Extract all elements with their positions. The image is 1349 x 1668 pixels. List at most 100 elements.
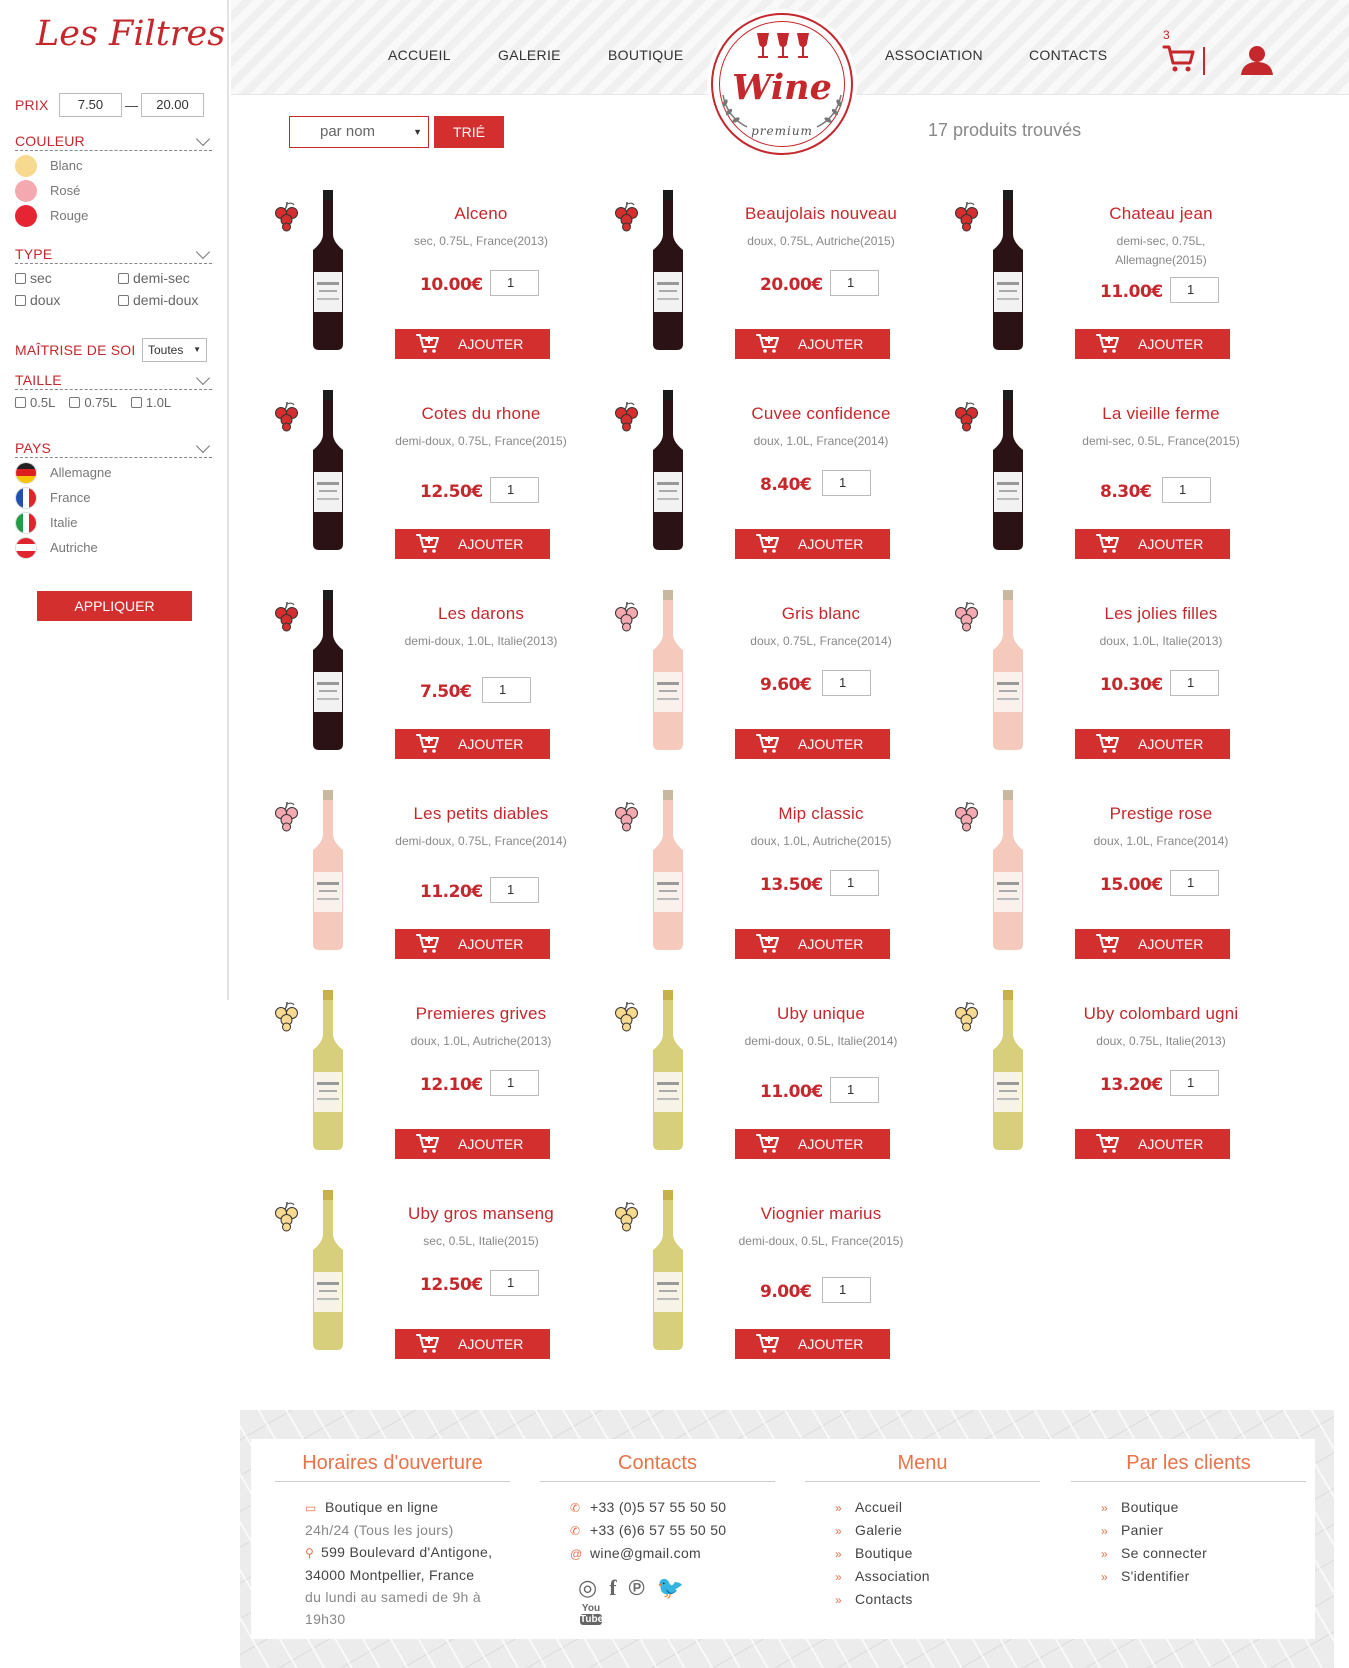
country-filter-header[interactable]: PAYS [15, 438, 212, 458]
add-to-cart-button[interactable]: AJOUTER [735, 729, 890, 759]
checkbox-icon[interactable] [118, 295, 129, 306]
phone-1[interactable]: +33 (0)5 57 55 50 50 [590, 1499, 726, 1515]
checkbox-icon[interactable] [69, 397, 81, 408]
sort-button[interactable]: TRIÉ [434, 116, 504, 148]
quantity-input[interactable]: 1 [1170, 870, 1219, 896]
product-name[interactable]: Les jolies filles [1064, 604, 1258, 624]
product-name[interactable]: Uby unique [724, 1004, 918, 1024]
footer-menu-accueil[interactable]: Accueil [855, 1499, 902, 1515]
quantity-input[interactable]: 1 [490, 877, 539, 903]
quantity-input[interactable]: 1 [1170, 1070, 1219, 1096]
quantity-input[interactable]: 1 [490, 477, 539, 503]
quantity-input[interactable]: 1 [830, 870, 879, 896]
add-to-cart-button[interactable]: AJOUTER [1075, 1129, 1230, 1159]
nav-association[interactable]: ASSOCIATION [885, 47, 983, 63]
color-option-rose[interactable]: Rosé [15, 178, 212, 203]
quantity-input[interactable]: 1 [822, 670, 871, 696]
product-name[interactable]: Les petits diables [384, 804, 578, 824]
add-to-cart-button[interactable]: AJOUTER [395, 329, 550, 359]
chevron-down-icon[interactable] [195, 244, 211, 260]
add-to-cart-button[interactable]: AJOUTER [735, 1129, 890, 1159]
chevron-down-icon[interactable] [195, 370, 211, 386]
add-to-cart-button[interactable]: AJOUTER [395, 729, 550, 759]
product-name[interactable]: Cotes du rhone [384, 404, 578, 424]
add-to-cart-button[interactable]: AJOUTER [1075, 729, 1230, 759]
footer-menu-contacts[interactable]: Contacts [855, 1591, 913, 1607]
type-filter-header[interactable]: TYPE [15, 244, 212, 264]
footer-menu-galerie[interactable]: Galerie [855, 1522, 902, 1538]
phone-2[interactable]: +33 (6)6 57 55 50 50 [590, 1522, 726, 1538]
mastery-select[interactable]: Toutes ▼ [142, 338, 207, 362]
product-name[interactable]: Uby colombard ugni [1064, 1004, 1258, 1024]
footer-clients-boutique[interactable]: Boutique [1121, 1499, 1179, 1515]
quantity-input[interactable]: 1 [482, 677, 531, 703]
email-link[interactable]: wine@gmail.com [590, 1545, 701, 1561]
twitter-icon[interactable]: 🐦 [657, 1575, 684, 1601]
add-to-cart-button[interactable]: AJOUTER [1075, 529, 1230, 559]
checkbox-icon[interactable] [15, 295, 26, 306]
size-checkbox-0-75l[interactable]: 0.75L [69, 395, 117, 410]
footer-menu-boutique[interactable]: Boutique [855, 1545, 913, 1561]
add-to-cart-button[interactable]: AJOUTER [735, 329, 890, 359]
quantity-input[interactable]: 1 [1170, 277, 1219, 303]
nav-contacts[interactable]: CONTACTS [1029, 47, 1107, 63]
quantity-input[interactable]: 1 [830, 270, 879, 296]
add-to-cart-button[interactable]: AJOUTER [735, 1329, 890, 1359]
quantity-input[interactable]: 1 [822, 470, 871, 496]
chevron-down-icon[interactable] [195, 131, 211, 147]
footer-clients-identifier[interactable]: S'identifier [1121, 1568, 1190, 1584]
product-name[interactable]: La vieille ferme [1064, 404, 1258, 424]
youtube-icon[interactable]: You Tube [580, 1603, 603, 1625]
checkbox-icon[interactable] [130, 397, 142, 408]
quantity-input[interactable]: 1 [1170, 670, 1219, 696]
instagram-icon[interactable]: ◎ [578, 1575, 597, 1601]
pinterest-icon[interactable]: ℗ [629, 1575, 645, 1601]
price-max-input[interactable]: 20.00 [141, 93, 204, 117]
product-name[interactable]: Viognier marius [724, 1204, 918, 1224]
checkbox-icon[interactable] [15, 273, 26, 284]
product-name[interactable]: Cuvee confidence [724, 404, 918, 424]
user-icon[interactable] [1240, 44, 1274, 76]
nav-accueil[interactable]: ACCUEIL [388, 47, 451, 63]
apply-button[interactable]: APPLIQUER [37, 591, 192, 621]
quantity-input[interactable]: 1 [490, 1270, 539, 1296]
quantity-input[interactable]: 1 [490, 1070, 539, 1096]
add-to-cart-button[interactable]: AJOUTER [735, 529, 890, 559]
product-name[interactable]: Premieres grives [384, 1004, 578, 1024]
product-name[interactable]: Mip classic [724, 804, 918, 824]
size-checkbox-1-0l[interactable]: 1.0L [130, 395, 171, 410]
nav-galerie[interactable]: GALERIE [498, 47, 561, 63]
sort-select[interactable]: par nom ▼ [289, 116, 429, 148]
quantity-input[interactable]: 1 [490, 270, 539, 296]
product-name[interactable]: Les darons [384, 604, 578, 624]
footer-clients-panier[interactable]: Panier [1121, 1522, 1163, 1538]
country-option-autriche[interactable]: Autriche [15, 535, 212, 560]
product-name[interactable]: Chateau jean [1064, 204, 1258, 224]
country-option-allemagne[interactable]: Allemagne [15, 460, 212, 485]
add-to-cart-button[interactable]: AJOUTER [395, 1329, 550, 1359]
size-filter-header[interactable]: TAILLE [15, 370, 212, 390]
quantity-input[interactable]: 1 [830, 1077, 879, 1103]
checkbox-icon[interactable] [118, 273, 129, 284]
nav-boutique[interactable]: BOUTIQUE [608, 47, 684, 63]
color-filter-header[interactable]: COULEUR [15, 131, 212, 151]
type-checkbox-demi-doux[interactable]: demi-doux [118, 292, 218, 308]
type-checkbox-sec[interactable]: sec [15, 270, 118, 286]
footer-menu-association[interactable]: Association [855, 1568, 930, 1584]
type-checkbox-doux[interactable]: doux [15, 292, 118, 308]
facebook-icon[interactable]: f [609, 1575, 616, 1601]
wine-logo[interactable]: Wine premium [711, 13, 853, 155]
quantity-input[interactable]: 1 [822, 1277, 871, 1303]
quantity-input[interactable]: 1 [1162, 477, 1211, 503]
price-min-input[interactable]: 7.50 [59, 93, 122, 117]
add-to-cart-button[interactable]: AJOUTER [735, 929, 890, 959]
product-name[interactable]: Beaujolais nouveau [724, 204, 918, 224]
product-name[interactable]: Prestige rose [1064, 804, 1258, 824]
country-option-italie[interactable]: Italie [15, 510, 212, 535]
checkbox-icon[interactable] [15, 397, 26, 408]
product-name[interactable]: Gris blanc [724, 604, 918, 624]
add-to-cart-button[interactable]: AJOUTER [395, 929, 550, 959]
size-checkbox-0-5l[interactable]: 0.5L [15, 395, 55, 410]
country-option-france[interactable]: France [15, 485, 212, 510]
product-name[interactable]: Uby gros manseng [384, 1204, 578, 1224]
